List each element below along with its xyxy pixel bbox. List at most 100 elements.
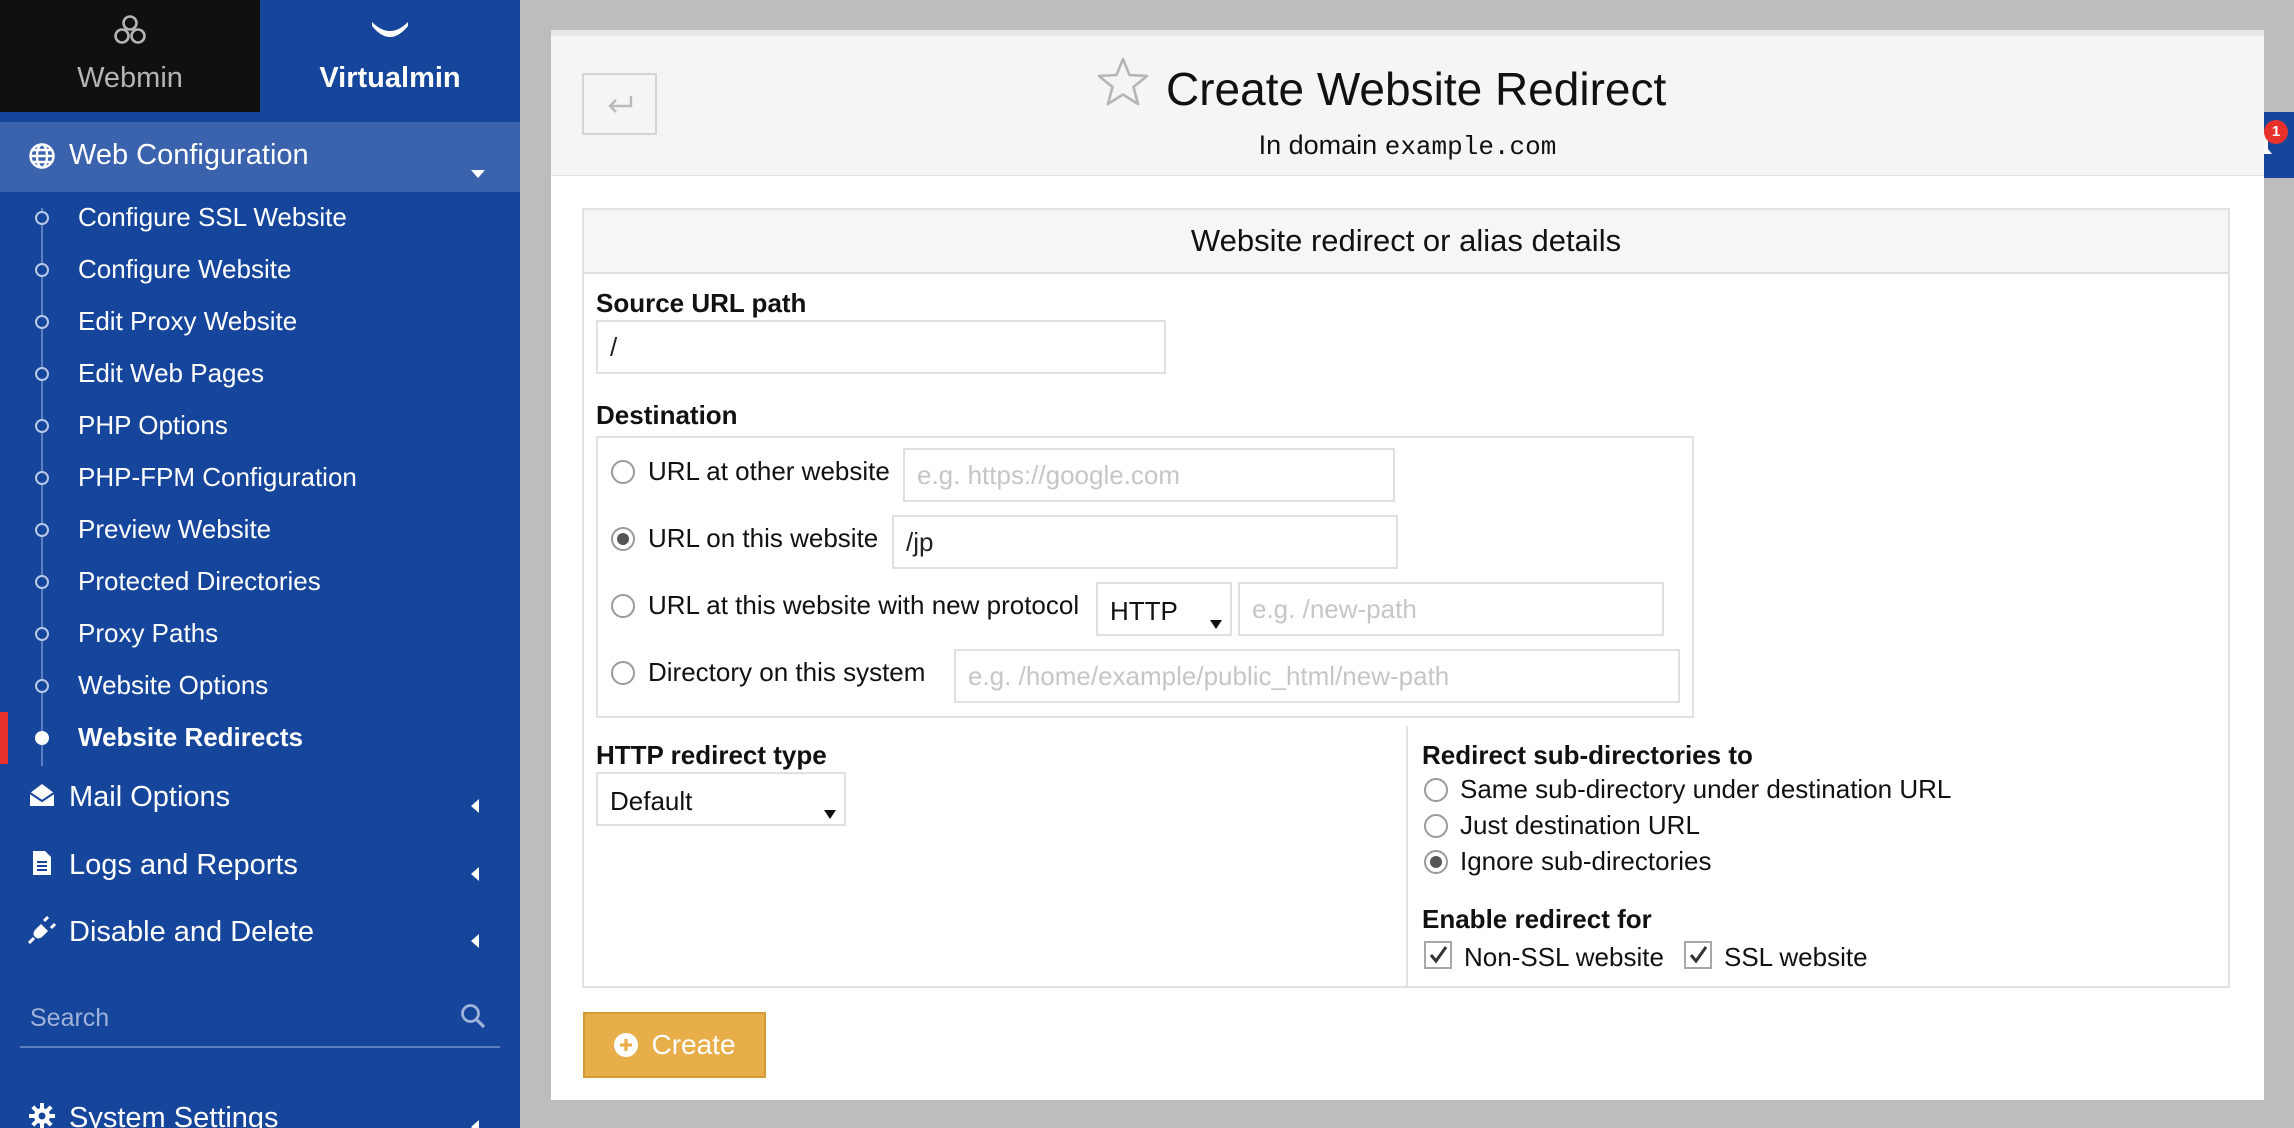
caret-left-icon: [470, 924, 480, 957]
dest-radio-this-website[interactable]: [611, 527, 635, 551]
protocol-select[interactable]: HTTP: [1096, 582, 1232, 636]
sidebar-item-website-redirects[interactable]: Website Redirects: [0, 712, 520, 764]
sidebar-item-protected-directories[interactable]: Protected Directories: [0, 556, 520, 608]
dest-input-directory[interactable]: [954, 649, 1680, 703]
sidebar-search-input[interactable]: [30, 996, 440, 1040]
domain-name: example.com: [1384, 132, 1557, 162]
sidebar-item-label: Configure SSL Website: [78, 202, 347, 232]
ssl-checkbox[interactable]: [1684, 941, 1712, 969]
subdir-label: Redirect sub-directories to: [1422, 740, 1753, 770]
menu-logs-and-reports[interactable]: Logs and Reports: [0, 835, 520, 895]
create-button-label: Create: [651, 1029, 736, 1060]
dest-radio-directory[interactable]: [611, 661, 635, 685]
redirect-type-label: HTTP redirect type: [596, 740, 827, 770]
virtualmin-tab[interactable]: Virtualmin: [260, 0, 520, 112]
redirect-details-panel: Website redirect or alias details Source…: [582, 208, 2230, 988]
destination-options: URL at other website URL on this website…: [596, 436, 1694, 718]
gear-icon: [28, 1102, 56, 1128]
source-url-label: Source URL path: [596, 288, 807, 318]
bullet-icon: [35, 471, 49, 485]
product-switcher: Webmin Virtualmin: [0, 0, 520, 112]
menu-logs-and-reports-label: Logs and Reports: [69, 849, 298, 881]
subdir-label-ignore: Ignore sub-directories: [1460, 846, 1712, 876]
webmin-logo-icon: [112, 12, 148, 50]
caret-down-icon: [824, 796, 836, 827]
main-content: Create Website Redirect In domain exampl…: [551, 30, 2264, 1100]
caret-down-icon: [1210, 606, 1222, 637]
caret-left-icon: [470, 857, 480, 890]
plus-circle-icon: [613, 1032, 639, 1058]
non-ssl-checkbox[interactable]: [1424, 941, 1452, 969]
sidebar-item-website-options[interactable]: Website Options: [0, 660, 520, 712]
bullet-icon: [35, 679, 49, 693]
sidebar-item-label: Website Options: [78, 670, 269, 700]
bullet-icon: [35, 263, 49, 277]
menu-web-configuration[interactable]: Web Configuration: [0, 122, 520, 192]
virtualmin-logo-icon: [370, 12, 410, 50]
caret-left-icon: [470, 789, 480, 822]
sidebar-item-label: Protected Directories: [78, 566, 321, 596]
sidebar-item-label: Configure Website: [78, 254, 292, 284]
non-ssl-label: Non-SSL website: [1464, 942, 1664, 972]
back-button[interactable]: [582, 73, 657, 135]
create-button[interactable]: Create: [583, 1012, 766, 1078]
sidebar-item-php-options[interactable]: PHP Options: [0, 400, 520, 452]
star-icon[interactable]: [1096, 56, 1150, 113]
menu-mail-options-label: Mail Options: [69, 781, 231, 813]
bullet-icon: [35, 523, 49, 537]
bullet-icon: [35, 575, 49, 589]
return-arrow-icon: [607, 96, 632, 113]
sidebar-item-configure-website[interactable]: Configure Website: [0, 244, 520, 296]
webmin-tab[interactable]: Webmin: [0, 0, 260, 112]
dest-input-this-website[interactable]: [892, 515, 1398, 569]
globe-icon: [28, 142, 56, 178]
sidebar: Webmin Virtualmin Web Configuration Conf…: [0, 0, 520, 1128]
page-header: Create Website Redirect In domain exampl…: [551, 36, 2264, 176]
destination-label: Destination: [596, 400, 738, 430]
redirect-type-select[interactable]: Default: [596, 772, 846, 826]
sidebar-item-label: PHP Options: [78, 410, 228, 440]
dest-radio-new-protocol[interactable]: [611, 594, 635, 618]
subdir-radio-ignore[interactable]: [1424, 850, 1448, 874]
sidebar-item-label: PHP-FPM Configuration: [78, 462, 357, 492]
subdir-label-same: Same sub-directory under destination URL: [1460, 774, 1952, 804]
redirect-type-value: Default: [610, 786, 693, 816]
caret-left-icon: [470, 1110, 480, 1128]
dest-radio-other-website[interactable]: [611, 460, 635, 484]
bullet-icon: [35, 419, 49, 433]
checkmark-icon: [1429, 946, 1448, 964]
subdir-label-just-destination: Just destination URL: [1460, 810, 1700, 840]
subdir-radio-same[interactable]: [1424, 778, 1448, 802]
search-icon[interactable]: [460, 1003, 486, 1034]
dest-input-new-protocol[interactable]: [1238, 582, 1664, 636]
active-item-marker: [0, 712, 8, 764]
source-url-input[interactable]: [596, 320, 1166, 374]
dest-label-directory: Directory on this system: [648, 657, 926, 687]
menu-disable-and-delete[interactable]: Disable and Delete: [0, 902, 520, 962]
menu-web-configuration-label: Web Configuration: [69, 139, 309, 171]
menu-mail-options[interactable]: Mail Options: [0, 767, 520, 827]
dest-label-other-website: URL at other website: [648, 456, 890, 486]
bullet-icon: [35, 367, 49, 381]
bullet-icon: [35, 211, 49, 225]
page-title: Create Website Redirect: [1166, 63, 1667, 115]
sidebar-item-proxy-paths[interactable]: Proxy Paths: [0, 608, 520, 660]
sidebar-item-php-fpm-configuration[interactable]: PHP-FPM Configuration: [0, 452, 520, 504]
menu-system-settings[interactable]: System Settings: [0, 1088, 520, 1128]
bullet-icon: [35, 315, 49, 329]
sidebar-item-edit-proxy-website[interactable]: Edit Proxy Website: [0, 296, 520, 348]
sidebar-item-configure-ssl-website[interactable]: Configure SSL Website: [0, 192, 520, 244]
dest-input-other-website[interactable]: [903, 448, 1395, 502]
sidebar-item-label: Edit Web Pages: [78, 358, 264, 388]
sidebar-item-label: Proxy Paths: [78, 618, 219, 648]
bullet-icon: [35, 731, 49, 745]
subdir-radio-just-destination[interactable]: [1424, 814, 1448, 838]
sidebar-item-edit-web-pages[interactable]: Edit Web Pages: [0, 348, 520, 400]
sidebar-item-preview-website[interactable]: Preview Website: [0, 504, 520, 556]
sidebar-item-label: Preview Website: [78, 514, 272, 544]
notification-count-badge: 1: [2264, 120, 2288, 144]
sidebar-item-label: Edit Proxy Website: [78, 306, 298, 336]
page-subtitle: In domain example.com: [551, 130, 2264, 162]
menu-system-settings-label: System Settings: [69, 1102, 279, 1128]
subtitle-prefix: In domain: [1258, 130, 1378, 160]
